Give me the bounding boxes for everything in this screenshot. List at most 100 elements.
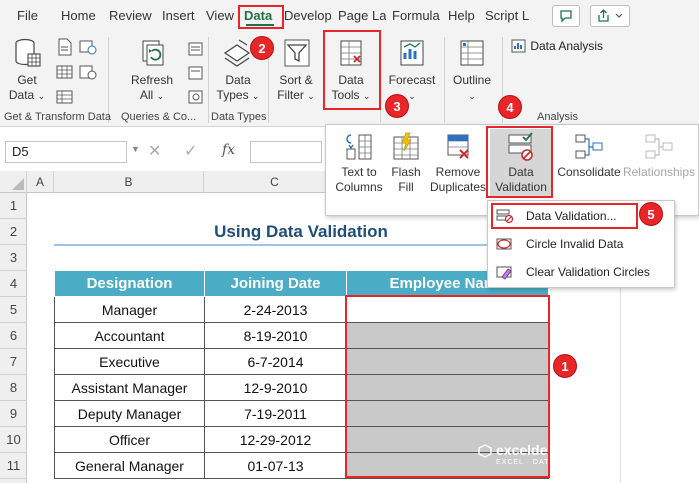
remove-duplicates-button[interactable]: Remove Duplicates (428, 131, 488, 195)
data-analysis-label: Data Analysis (530, 39, 604, 53)
row-header[interactable]: 8 (0, 375, 27, 401)
row-header[interactable]: 7 (0, 349, 27, 375)
tab-help[interactable]: Help (448, 6, 476, 26)
select-all-corner[interactable] (0, 171, 27, 193)
comment-icon (560, 10, 572, 23)
tab-page-layout[interactable]: Page La (338, 6, 386, 26)
designation-cell[interactable]: Officer (54, 426, 205, 453)
outline-icon (460, 40, 484, 66)
share-icon (598, 9, 623, 22)
tab-developer[interactable]: Develop (284, 6, 331, 26)
row-header[interactable]: 5 (0, 297, 27, 323)
insert-function-icon[interactable]: fx (222, 142, 235, 158)
outline-button[interactable]: Outline ⌄ (450, 37, 494, 104)
text-to-columns-icon (346, 134, 372, 160)
designation-cell[interactable]: Assistant Manager (54, 374, 205, 401)
row-header[interactable]: 10 (0, 427, 27, 453)
data-types-label-1: Data (225, 73, 251, 87)
callout-badge-5: 5 (639, 202, 663, 226)
callout-badge-4: 4 (498, 95, 522, 119)
cancel-formula-icon[interactable]: ✕ (148, 141, 161, 161)
highlight-data-tools (323, 30, 381, 110)
joining-date-cell[interactable]: 8-19-2010 (204, 322, 347, 349)
chevron-down-icon: ⌄ (408, 91, 416, 101)
recent-sources-icon[interactable] (79, 63, 97, 81)
name-box[interactable]: D5 (5, 141, 127, 163)
row-header[interactable]: 6 (0, 323, 27, 349)
ribbon-separator (444, 37, 445, 123)
text-to-columns-label-2: Columns (335, 180, 383, 194)
database-icon (15, 38, 41, 67)
designation-cell[interactable]: Deputy Manager (54, 400, 205, 427)
refresh-all-button[interactable]: Refresh All ⌄ (126, 37, 178, 104)
row-header[interactable]: 1 (0, 193, 27, 219)
header-designation[interactable]: Designation (54, 270, 205, 297)
row-headers: 1 2 3 4 5 6 7 8 9 10 11 (0, 193, 27, 483)
sheet-title: Using Data Validation (214, 222, 388, 241)
from-web-icon[interactable] (79, 38, 97, 56)
consolidate-button[interactable]: Consolidate (556, 131, 622, 180)
designation-cell[interactable]: Executive (54, 348, 205, 375)
tab-insert[interactable]: Insert (162, 6, 200, 26)
text-to-columns-button[interactable]: Text to Columns (332, 131, 386, 195)
select-all-icon (12, 178, 24, 190)
row-header[interactable]: 9 (0, 401, 27, 427)
menu-item-circle-invalid[interactable]: Circle Invalid Data (496, 233, 666, 255)
column-header-b[interactable]: B (54, 171, 204, 193)
from-text-icon[interactable] (56, 38, 74, 56)
consolidate-icon (575, 134, 603, 159)
chevron-down-icon[interactable]: ▼ (131, 144, 140, 154)
designation-cell[interactable]: Manager (54, 296, 205, 323)
menu-item-clear-circles[interactable]: Clear Validation Circles (496, 261, 666, 283)
joining-date-cell[interactable]: 7-19-2011 (204, 400, 347, 427)
enter-formula-icon[interactable]: ✓ (184, 141, 197, 161)
comments-button[interactable] (552, 5, 580, 27)
row-header[interactable]: 2 (0, 219, 27, 245)
refresh-icon (142, 40, 164, 66)
text-to-columns-label-1: Text to (341, 165, 377, 179)
highlight-data-validation-item (491, 203, 638, 229)
tab-view[interactable]: View (206, 6, 236, 26)
forecast-icon (400, 40, 424, 66)
designation-cell[interactable]: Accountant (54, 322, 205, 349)
joining-date-cell[interactable]: 12-29-2012 (204, 426, 347, 453)
tab-review[interactable]: Review (109, 6, 154, 26)
formula-input[interactable] (250, 141, 322, 163)
highlight-employee-range (345, 295, 550, 478)
row-header[interactable]: 4 (0, 271, 27, 297)
tab-formulas[interactable]: Formula (392, 6, 440, 26)
tab-script-lab[interactable]: Script L (485, 6, 531, 26)
from-table-icon[interactable] (56, 63, 74, 81)
share-button[interactable] (590, 5, 630, 27)
filter-icon (284, 39, 310, 67)
properties-icon[interactable] (188, 65, 204, 81)
joining-date-cell[interactable]: 6-7-2014 (204, 348, 347, 375)
relationships-button: Relationships (622, 131, 696, 180)
tab-home[interactable]: Home (61, 6, 99, 26)
get-data-button[interactable]: Get Data ⌄ (6, 37, 48, 104)
sort-filter-label-1: Sort & (279, 73, 313, 87)
header-joining-date[interactable]: Joining Date (204, 270, 347, 297)
column-header-a[interactable]: A (27, 171, 54, 193)
flash-fill-button[interactable]: Flash Fill (388, 131, 424, 195)
data-analysis-icon (511, 39, 526, 53)
sort-filter-label-2: Filter (277, 88, 304, 102)
joining-date-cell[interactable]: 12-9-2010 (204, 374, 347, 401)
chevron-down-icon: ⌄ (37, 91, 46, 101)
edit-links-icon[interactable] (188, 89, 204, 105)
data-analysis-button[interactable]: Data Analysis (511, 38, 603, 56)
joining-date-cell[interactable]: 2-24-2013 (204, 296, 347, 323)
tab-file[interactable]: File (17, 6, 39, 26)
flash-fill-icon (393, 132, 419, 160)
chevron-down-icon: ⌄ (307, 91, 315, 101)
existing-connections-icon[interactable] (56, 88, 74, 106)
joining-date-cell[interactable]: 01-07-13 (204, 452, 347, 479)
queries-connections-icon[interactable] (188, 41, 204, 57)
designation-cell[interactable]: General Manager (54, 452, 205, 479)
row-header[interactable]: 3 (0, 245, 27, 271)
row-header[interactable]: 11 (0, 453, 27, 479)
data-types-label-2: Types (216, 88, 249, 102)
sort-filter-button[interactable]: Sort & Filter ⌄ (274, 37, 318, 104)
clear-circles-icon (496, 266, 512, 280)
callout-badge-3: 3 (385, 94, 409, 118)
